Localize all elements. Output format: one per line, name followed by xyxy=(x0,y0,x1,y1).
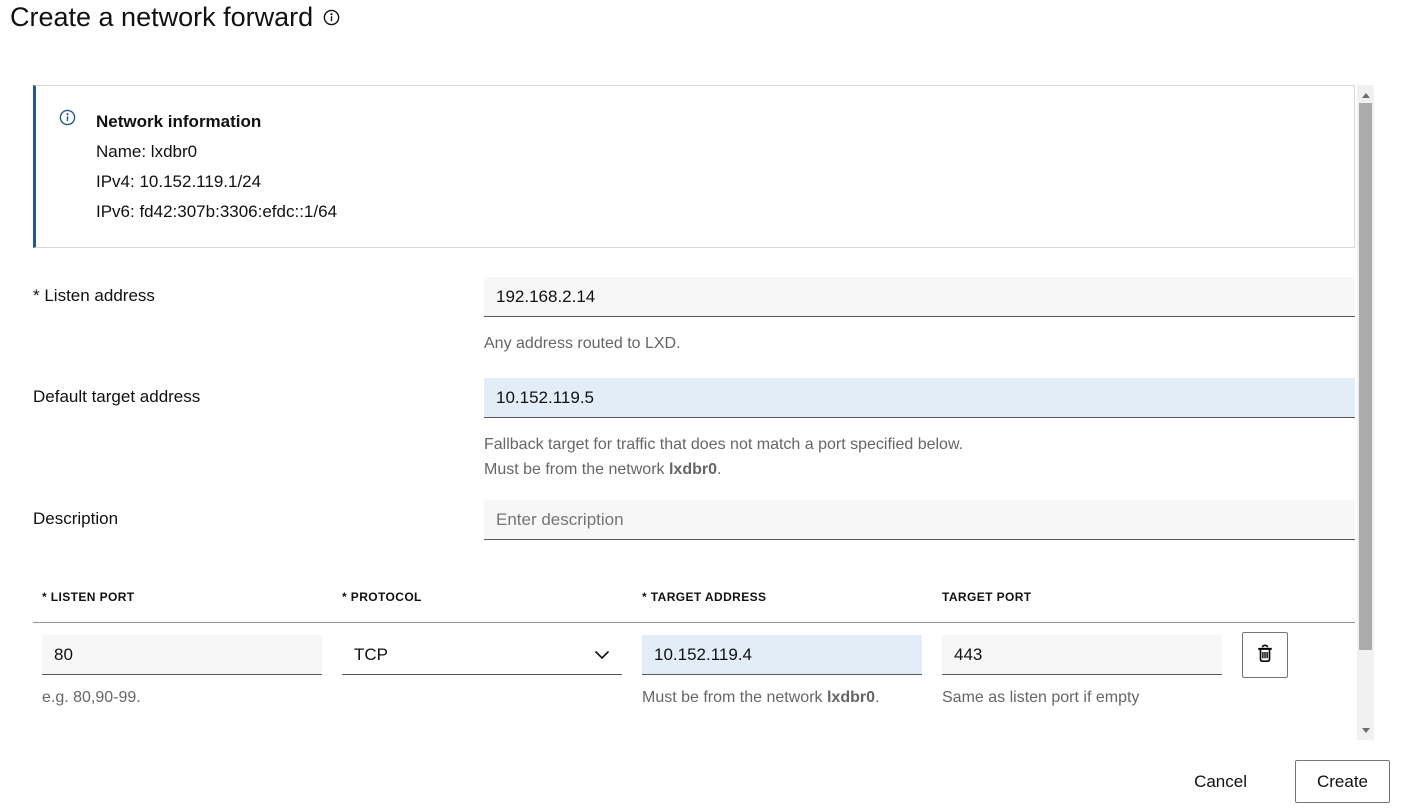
default-target-address-label: Default target address xyxy=(33,378,484,482)
ports-table-input-row: TCP xyxy=(33,632,1355,678)
ports-table-help-row: e.g. 80,90-99. Must be from the network … xyxy=(33,685,1355,710)
scrollbar-up-arrow[interactable] xyxy=(1357,87,1374,103)
help-line-2-suffix: . xyxy=(717,461,721,478)
description-label: Description xyxy=(33,500,484,540)
protocol-select[interactable]: TCP xyxy=(342,635,622,675)
default-target-address-row: Default target address Fallback target f… xyxy=(33,378,1355,482)
info-icon xyxy=(59,109,76,126)
page-title-text: Create a network forward xyxy=(10,2,313,33)
default-target-address-help: Fallback target for traffic that does no… xyxy=(484,432,1355,482)
scrollbar-thumb[interactable] xyxy=(1359,103,1372,650)
info-icon xyxy=(323,9,340,29)
listen-address-help: Any address routed to LXD. xyxy=(484,331,1355,356)
protocol-select-value: TCP xyxy=(354,645,388,665)
listen-address-row: * Listen address Any address routed to L… xyxy=(33,277,1355,356)
target-address-help-prefix: Must be from the network xyxy=(642,689,827,706)
header-protocol: * PROTOCOL xyxy=(342,590,622,604)
page-title: Create a network forward xyxy=(10,2,340,33)
listen-address-field-col: Any address routed to LXD. xyxy=(484,277,1355,356)
header-listen-port: * LISTEN PORT xyxy=(42,590,322,604)
chevron-down-icon xyxy=(594,645,610,665)
help-line-2-prefix: Must be from the network xyxy=(484,461,669,478)
network-information-banner: Network information Name: lxdbr0 IPv4: 1… xyxy=(33,85,1355,248)
header-target-address: * TARGET ADDRESS xyxy=(642,590,922,604)
notification-title: Network information xyxy=(96,107,337,137)
help-line-1: Fallback target for traffic that does no… xyxy=(484,436,963,453)
triangle-down-icon xyxy=(1362,728,1370,733)
description-field-col xyxy=(484,500,1355,540)
listen-port-input[interactable] xyxy=(42,635,322,675)
notification-body: Network information Name: lxdbr0 IPv4: 1… xyxy=(96,107,337,247)
trash-icon xyxy=(1255,644,1275,667)
help-network-name: lxdbr0 xyxy=(669,461,717,478)
form-scroll-area: Network information Name: lxdbr0 IPv4: 1… xyxy=(33,85,1355,740)
listen-port-help: e.g. 80,90-99. xyxy=(42,685,322,710)
scrollbar-down-arrow[interactable] xyxy=(1357,722,1374,738)
cancel-button[interactable]: Cancel xyxy=(1192,762,1249,802)
footer-actions: Cancel Create xyxy=(1192,760,1390,803)
target-address-help-suffix: . xyxy=(875,689,879,706)
delete-port-row-button[interactable] xyxy=(1242,632,1288,678)
ports-table: * LISTEN PORT * PROTOCOL * TARGET ADDRES… xyxy=(33,590,1355,710)
default-target-address-input[interactable] xyxy=(484,378,1355,418)
create-button[interactable]: Create xyxy=(1295,760,1390,803)
vertical-scrollbar[interactable] xyxy=(1357,85,1374,740)
target-port-help: Same as listen port if empty xyxy=(942,685,1222,710)
target-address-help: Must be from the network lxdbr0. xyxy=(642,685,922,710)
network-ipv6-line: IPv6: fd42:307b:3306:efdc::1/64 xyxy=(96,197,337,227)
description-row: Description xyxy=(33,500,1355,540)
network-ipv4-line: IPv4: 10.152.119.1/24 xyxy=(96,167,337,197)
title-help-button[interactable] xyxy=(323,9,340,29)
listen-address-input[interactable] xyxy=(484,277,1355,317)
target-port-input[interactable] xyxy=(942,635,1222,675)
header-target-port: TARGET PORT xyxy=(942,590,1222,604)
description-input[interactable] xyxy=(484,500,1355,540)
create-network-forward-page: Create a network forward xyxy=(0,0,1402,812)
target-address-input[interactable] xyxy=(642,635,922,675)
default-target-address-field-col: Fallback target for traffic that does no… xyxy=(484,378,1355,482)
network-name-line: Name: lxdbr0 xyxy=(96,137,337,167)
target-address-help-network: lxdbr0 xyxy=(827,689,875,706)
listen-address-label: * Listen address xyxy=(33,277,484,356)
triangle-up-icon xyxy=(1362,93,1370,98)
ports-table-header-row: * LISTEN PORT * PROTOCOL * TARGET ADDRES… xyxy=(33,590,1355,623)
